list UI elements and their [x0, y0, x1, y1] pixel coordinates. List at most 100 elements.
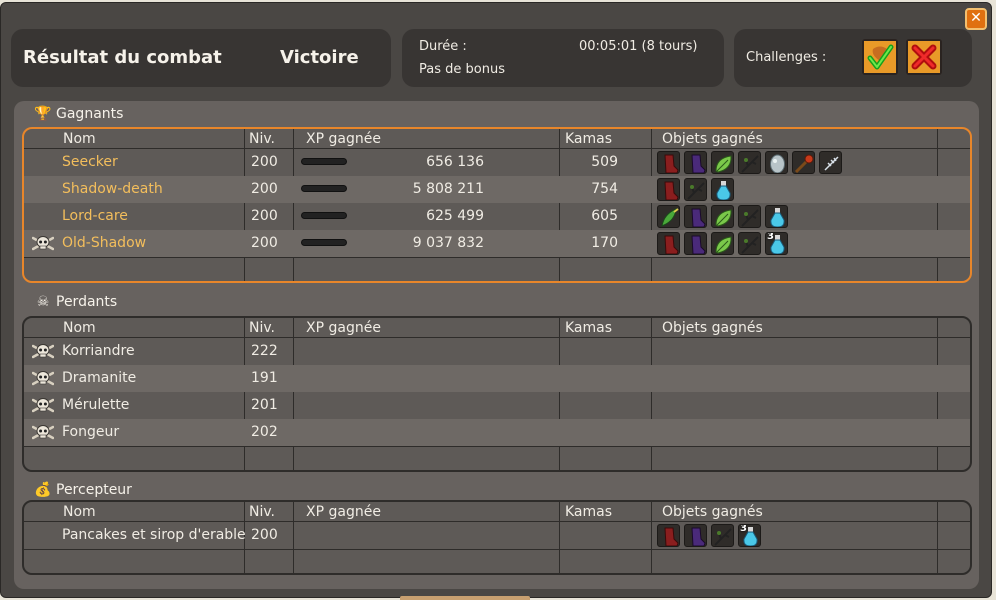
- kamas-value: 509: [591, 154, 618, 170]
- kamas-value: 605: [591, 208, 618, 224]
- table-header: Nom Niv. XP gagnée Kamas Objets gagnés: [24, 502, 970, 522]
- table-row-empty: [24, 257, 970, 277]
- bonus-text: Pas de bonus: [419, 62, 505, 77]
- xp-bar: [301, 185, 347, 192]
- item-slot-boots-purple[interactable]: [684, 524, 707, 547]
- xp-value: 9 037 832: [412, 235, 484, 251]
- col-name-header: Nom: [63, 320, 96, 336]
- item-slot-egg-white[interactable]: [765, 151, 788, 174]
- table-row[interactable]: Old-Shadow 200 9 037 832 170 3: [24, 230, 970, 257]
- item-slot-boots-red[interactable]: [657, 232, 680, 255]
- boots-purple-icon: [691, 235, 706, 254]
- branch-dark-icon: [687, 182, 705, 200]
- item-slot-boots-purple[interactable]: [684, 205, 707, 228]
- player-level: 200: [251, 235, 278, 251]
- table-header: Nom Niv. XP gagnée Kamas Objets gagnés: [24, 318, 970, 338]
- xp-bar: [301, 212, 347, 219]
- boots-purple-icon: [691, 154, 706, 173]
- skull-icon: [32, 371, 54, 386]
- item-slot-branch-dark[interactable]: [738, 232, 761, 255]
- item-slot-leaf-green[interactable]: [711, 205, 734, 228]
- col-items-header: Objets gagnés: [662, 131, 763, 147]
- close-button[interactable]: ✕: [965, 8, 987, 30]
- item-slot-leaf-green[interactable]: [711, 151, 734, 174]
- item-slot-potion-blue[interactable]: 3: [765, 232, 788, 255]
- item-slot-potion-blue[interactable]: [765, 205, 788, 228]
- skull-icon: [32, 398, 54, 413]
- duration-box: Durée : 00:05:01 (8 tours) Pas de bonus: [402, 29, 724, 87]
- item-slot-potion-blue[interactable]: 3: [738, 524, 761, 547]
- branch-dark-icon: [714, 528, 732, 546]
- item-slot-leaf-green[interactable]: [711, 232, 734, 255]
- player-level: 200: [251, 154, 278, 170]
- winners-title-text: Gagnants: [56, 106, 124, 122]
- challenge-success[interactable]: [862, 39, 898, 75]
- branch-dark-icon: [741, 155, 759, 173]
- col-name-header: Nom: [63, 504, 96, 520]
- item-quantity: 3: [740, 524, 747, 534]
- losers-table: Nom Niv. XP gagnée Kamas Objets gagnés Korria…: [22, 316, 972, 472]
- col-level-header: Niv.: [249, 504, 276, 520]
- close-icon: ✕: [970, 10, 982, 26]
- kamas-value: 170: [591, 235, 618, 251]
- result-header: Résultat du combat Victoire: [11, 29, 391, 87]
- table-row[interactable]: Mérulette 201: [24, 392, 970, 419]
- wand-brown-icon: [794, 154, 814, 173]
- table-row[interactable]: Fongeur 202: [24, 419, 970, 446]
- duration-label: Durée :: [419, 39, 467, 54]
- losers-section-title: ☠ Perdants: [34, 294, 117, 310]
- item-slot-boots-red[interactable]: [657, 524, 680, 547]
- table-row[interactable]: Lord-care 200 625 499 605: [24, 203, 970, 230]
- losers-title-text: Perdants: [56, 294, 118, 310]
- player-name: Shadow-death: [62, 181, 163, 197]
- table-row[interactable]: Korriandre 222: [24, 338, 970, 365]
- player-name: Mérulette: [62, 397, 130, 413]
- xp-bar: [301, 158, 347, 165]
- player-name: Fongeur: [62, 424, 120, 440]
- item-slot-branch-dark[interactable]: [738, 151, 761, 174]
- player-level: 202: [251, 424, 278, 440]
- xp-value: 656 136: [426, 154, 484, 170]
- item-slot-potion-blue[interactable]: [711, 178, 734, 201]
- table-row[interactable]: Pancakes et sirop d'erable 200 3: [24, 522, 970, 549]
- potion-blue-icon: [770, 208, 785, 227]
- col-items-header: Objets gagnés: [662, 320, 763, 336]
- leaf-green-icon: [715, 155, 732, 173]
- item-slot-branch-dark[interactable]: [738, 205, 761, 228]
- xp-bar: [301, 239, 347, 246]
- table-row[interactable]: Shadow-death 200 5 808 211 754: [24, 176, 970, 203]
- winners-table: Nom Niv. XP gagnée Kamas Objets gagnés Seecke…: [22, 127, 972, 283]
- table-row[interactable]: Dramanite 191: [24, 365, 970, 392]
- collector-table: Nom Niv. XP gagnée Kamas Objets gagnés Pancak…: [22, 500, 972, 575]
- item-slot-boots-red[interactable]: [657, 178, 680, 201]
- collector-section-title: 💰 Percepteur: [34, 482, 132, 498]
- item-slot-branch-dark[interactable]: [711, 524, 734, 547]
- item-slot-boots-purple[interactable]: [684, 232, 707, 255]
- item-slot-feather-green[interactable]: [657, 205, 680, 228]
- item-slot-fish-bone[interactable]: [819, 151, 842, 174]
- item-slot-branch-dark[interactable]: [684, 178, 707, 201]
- challenge-fail[interactable]: [906, 39, 942, 75]
- table-row[interactable]: Seecker 200 656 136 509: [24, 149, 970, 176]
- feather-green-icon: [661, 208, 679, 227]
- col-kamas-header: Kamas: [565, 504, 613, 520]
- skull-icon: [32, 236, 54, 251]
- player-level: 200: [251, 181, 278, 197]
- boots-red-icon: [664, 527, 679, 546]
- fish-bone-icon: [824, 156, 839, 171]
- player-name: Korriandre: [62, 343, 135, 359]
- egg-white-icon: [770, 154, 785, 173]
- item-slot-boots-red[interactable]: [657, 151, 680, 174]
- kamas-value: 754: [591, 181, 618, 197]
- xp-value: 5 808 211: [412, 181, 484, 197]
- potion-blue-icon: [716, 181, 731, 200]
- col-items-header: Objets gagnés: [662, 504, 763, 520]
- fight-result: Victoire: [280, 47, 359, 68]
- table-row-empty: [24, 549, 970, 569]
- col-xp-header: XP gagnée: [306, 320, 381, 336]
- col-level-header: Niv.: [249, 320, 276, 336]
- winners-section-title: 🏆 Gagnants: [34, 106, 123, 122]
- item-slot-wand-brown[interactable]: [792, 151, 815, 174]
- boots-red-icon: [664, 181, 679, 200]
- item-slot-boots-purple[interactable]: [684, 151, 707, 174]
